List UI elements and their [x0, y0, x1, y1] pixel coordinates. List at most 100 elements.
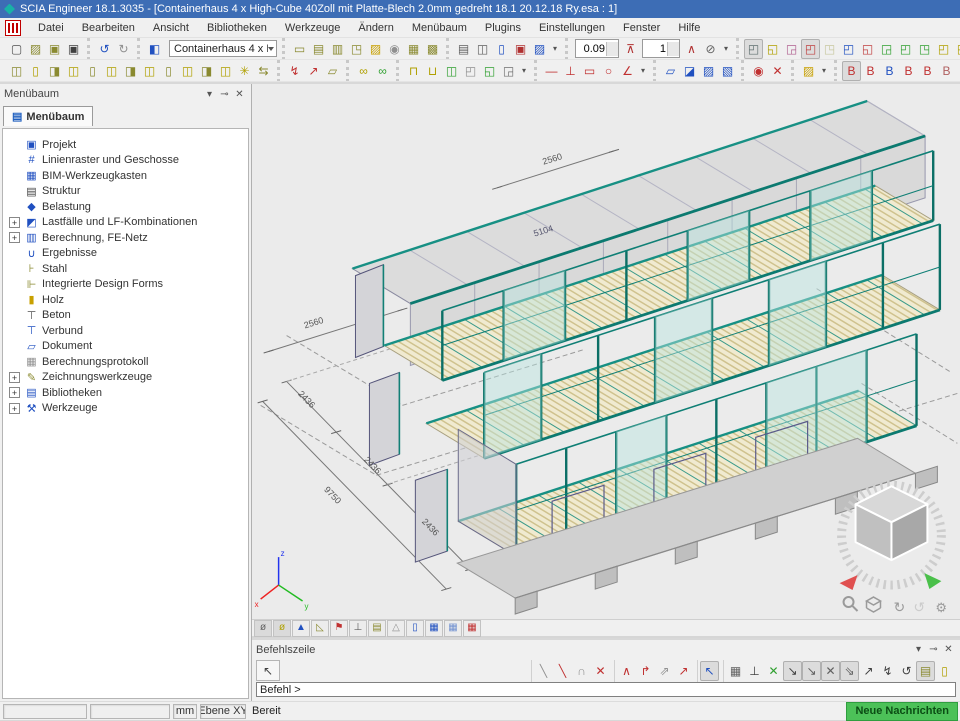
surface-display-icon[interactable]: △	[387, 620, 405, 637]
steel-check-4-icon[interactable]: B	[899, 61, 918, 81]
steel-check-7-icon[interactable]: B	[956, 61, 960, 81]
menu-ansicht[interactable]: Ansicht	[144, 20, 198, 36]
duct-icon[interactable]: ◰	[461, 61, 480, 81]
view-flag-9-icon[interactable]: ◰	[896, 39, 915, 59]
count-spinner[interactable]	[642, 39, 680, 58]
snap-mode-4-icon[interactable]: ⇘	[840, 661, 859, 681]
command-input[interactable]	[256, 682, 956, 697]
display-scale-icon[interactable]: ⊼	[621, 39, 640, 59]
spin-up-arrow[interactable]	[668, 42, 679, 49]
more-options-icon[interactable]: ▾	[818, 61, 830, 81]
grid-alt-display-icon[interactable]: ▦	[444, 620, 462, 637]
pin-icon[interactable]: ⊸	[926, 643, 941, 657]
isometric-view-icon[interactable]	[867, 597, 881, 612]
section-1-icon[interactable]: ◫	[7, 61, 26, 81]
view-flag-5-icon[interactable]: ◳	[820, 39, 839, 59]
rotate-left-arrow-icon[interactable]	[840, 575, 858, 590]
close-icon[interactable]: ✕	[941, 643, 956, 657]
save-icon[interactable]: ▣	[64, 39, 83, 59]
tree-item-linienraster-und-geschosse[interactable]: #Linienraster und Geschosse	[3, 153, 248, 169]
stiffener-icon[interactable]: ◱	[480, 61, 499, 81]
spin-up-arrow[interactable]	[607, 42, 618, 49]
tree-item-stahl[interactable]: ⊦Stahl	[3, 261, 248, 277]
point-snap-icon[interactable]: ✕	[764, 661, 783, 681]
array-copy-icon[interactable]: ▧	[718, 61, 737, 81]
new-project-icon[interactable]: ▢	[7, 39, 26, 59]
vertex-snap-icon[interactable]: ∧	[617, 661, 636, 681]
steel-check-1-icon[interactable]: B	[842, 61, 861, 81]
chevron-down-icon[interactable]	[268, 47, 274, 54]
rectangle-icon[interactable]: ▭	[580, 61, 599, 81]
tree-item-ergebnisse[interactable]: ∪Ergebnisse	[3, 246, 248, 262]
node-display-icon[interactable]: ▲	[292, 620, 310, 637]
pointer-cursor-icon[interactable]: ↖	[259, 661, 278, 681]
cursor-snap-icon[interactable]: ↖	[700, 661, 719, 681]
section-12-icon[interactable]: ◫	[216, 61, 235, 81]
rotate-right-arrow-icon[interactable]	[924, 573, 941, 589]
menu-bibliotheken[interactable]: Bibliotheken	[198, 20, 276, 36]
workplane-icon[interactable]: ▦	[404, 39, 423, 59]
steel-check-2-icon[interactable]: B	[861, 61, 880, 81]
render-sphere-icon[interactable]: ◉	[385, 39, 404, 59]
snap-mode-3-icon[interactable]: ✕	[821, 661, 840, 681]
section-9-icon[interactable]: ▯	[159, 61, 178, 81]
view-flag-10-icon[interactable]: ◳	[915, 39, 934, 59]
view-parameters-icon[interactable]: ∞	[354, 61, 373, 81]
expand-plus-icon[interactable]	[9, 232, 20, 243]
circle-icon[interactable]: ○	[599, 61, 618, 81]
clipboard-icon[interactable]: ▥	[328, 39, 347, 59]
ucs-icon[interactable]: ◳	[347, 39, 366, 59]
display-scale-spinner[interactable]	[575, 39, 619, 58]
collapse-chevron-icon[interactable]: ▾	[202, 87, 217, 101]
tree-item-verbund[interactable]: ⊤Verbund	[3, 323, 248, 339]
workplane-box[interactable]: Ebene XY	[200, 704, 246, 719]
menu-bearbeiten[interactable]: Bearbeiten	[73, 20, 144, 36]
orbit-up-icon[interactable]: ↺	[913, 599, 925, 615]
close-icon[interactable]: ✕	[232, 87, 247, 101]
paperspace-icon[interactable]: ▨	[530, 39, 549, 59]
tree-item-lastf-lle-und-lf-kombinationen[interactable]: ◩Lastfälle und LF-Kombinationen	[3, 215, 248, 231]
snow-load-icon[interactable]: ✳	[235, 61, 254, 81]
hinge-icon[interactable]: ↯	[285, 61, 304, 81]
barrier-icon[interactable]: ▩	[423, 39, 442, 59]
spin-down-arrow[interactable]	[668, 49, 679, 56]
units-icon[interactable]: ▭	[290, 39, 309, 59]
tree-item-belastung[interactable]: ◆Belastung	[3, 199, 248, 215]
gallery-icon[interactable]: ▣	[511, 39, 530, 59]
section-7-icon[interactable]: ◨	[121, 61, 140, 81]
tree-item-werkzeuge[interactable]: ⚒Werkzeuge	[3, 401, 248, 417]
project-combobox[interactable]: Containerhaus 4 x H	[169, 40, 277, 57]
undo-icon[interactable]: ↺	[95, 39, 114, 59]
print-preview-icon[interactable]: ◫	[473, 39, 492, 59]
collapse-chevron-icon[interactable]: ▾	[911, 643, 926, 657]
menu-menbaum[interactable]: Menübaum	[403, 20, 476, 36]
edge-snap-icon[interactable]: ↱	[636, 661, 655, 681]
table-display-icon[interactable]: ▦	[463, 620, 481, 637]
tree-item-holz[interactable]: ▮Holz	[3, 292, 248, 308]
snap-line-red-icon[interactable]: ╲	[553, 661, 572, 681]
opening-icon[interactable]: ◫	[442, 61, 461, 81]
count-input[interactable]	[643, 43, 667, 55]
section-3-icon[interactable]: ◨	[45, 61, 64, 81]
more-options-icon[interactable]: ▾	[549, 39, 561, 59]
support-display-icon[interactable]: ⊥	[349, 620, 367, 637]
new-messages-badge[interactable]: Neue Nachrichten	[846, 702, 958, 721]
exchange-icon[interactable]: ⇆	[254, 61, 273, 81]
menu-fenster[interactable]: Fenster	[614, 20, 669, 36]
expand-plus-icon[interactable]	[9, 387, 20, 398]
view-flag-12-icon[interactable]: ◱	[953, 39, 960, 59]
tree-item-berechnungsprotokoll[interactable]: ▦Berechnungsprotokoll	[3, 354, 248, 370]
database-icon[interactable]: ▤	[309, 39, 328, 59]
support-icon[interactable]: ↗	[304, 61, 323, 81]
display-scale-input[interactable]	[576, 43, 606, 55]
scale-ratio-icon[interactable]: ⊘	[701, 39, 720, 59]
menu-datei[interactable]: Datei	[29, 20, 73, 36]
menu-ndern[interactable]: Ändern	[349, 20, 402, 36]
view-flag-6-icon[interactable]: ◰	[839, 39, 858, 59]
view-flag-8-icon[interactable]: ◲	[877, 39, 896, 59]
snap-mode-2-icon[interactable]: ↘	[802, 661, 821, 681]
view-flag-3-icon[interactable]: ◲	[782, 39, 801, 59]
view-flag-4-icon[interactable]: ◰	[801, 39, 820, 59]
view-flag-11-icon[interactable]: ◰	[934, 39, 953, 59]
tree-item-integrierte-design-forms[interactable]: ⊩Integrierte Design Forms	[3, 277, 248, 293]
